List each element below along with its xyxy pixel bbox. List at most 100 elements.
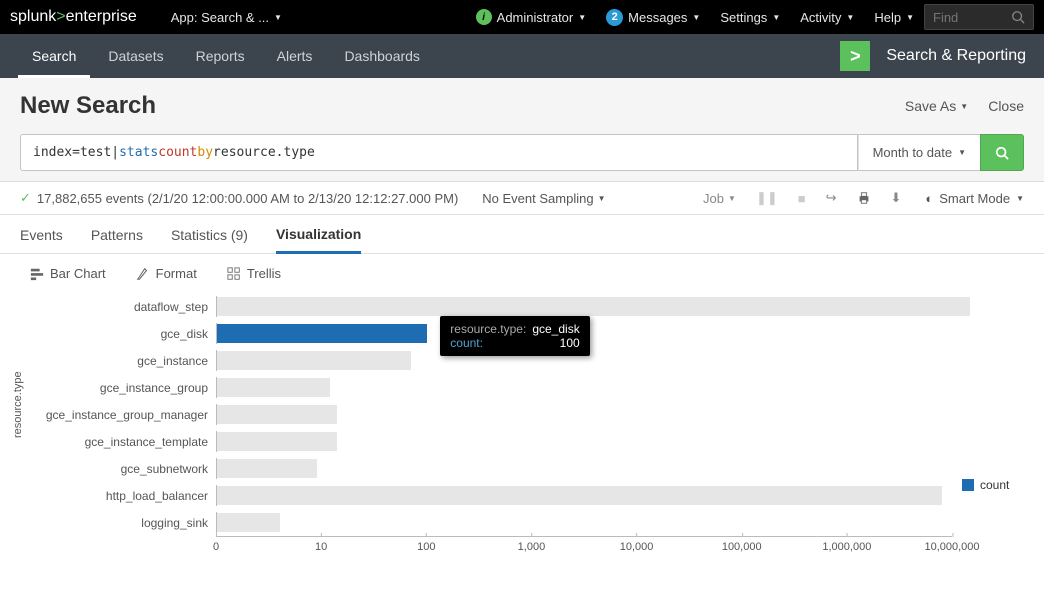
bar-track — [216, 296, 952, 317]
bar-chart[interactable]: dataflow_step gce_disk gce_instance gce_ins… — [26, 293, 952, 556]
page-title: New Search — [20, 92, 156, 120]
print-icon[interactable] — [857, 191, 871, 205]
x-tick: 10,000,000 — [924, 537, 979, 553]
spl-pipe: | — [111, 145, 119, 160]
caret-down-icon: ▼ — [958, 148, 966, 157]
bar-track — [216, 431, 952, 452]
settings-menu[interactable]: Settings▼ — [710, 10, 790, 25]
bar[interactable] — [217, 297, 970, 316]
trellis-label: Trellis — [247, 266, 281, 281]
product-logo: splunk>enterprise — [10, 8, 137, 26]
category-label: http_load_balancer — [26, 489, 216, 503]
save-as-menu[interactable]: Save As ▼ — [905, 98, 968, 114]
category-label: gce_disk — [26, 327, 216, 341]
stop-icon[interactable]: ■ — [798, 191, 806, 206]
chart-type-button[interactable]: Bar Chart — [30, 266, 106, 281]
category-label: gce_instance_group — [26, 381, 216, 395]
spl-field: resource.type — [213, 145, 315, 160]
info-icon: i — [476, 9, 492, 25]
tab-statistics[interactable]: Statistics (9) — [171, 214, 248, 254]
nav-alerts[interactable]: Alerts — [263, 34, 327, 78]
bar-track — [216, 404, 952, 425]
bar-chart-icon — [30, 267, 44, 281]
chart-row[interactable]: http_load_balancer — [26, 482, 952, 509]
nav-search[interactable]: Search — [18, 34, 90, 78]
sampling-label: No Event Sampling — [482, 191, 593, 206]
legend-label: count — [980, 478, 1009, 492]
activity-menu[interactable]: Activity▼ — [790, 10, 864, 25]
job-menu[interactable]: Job ▼ — [703, 191, 736, 206]
share-icon[interactable]: ↪ — [826, 190, 837, 206]
category-label: logging_sink — [26, 516, 216, 530]
bar[interactable] — [217, 459, 317, 478]
help-menu[interactable]: Help▼ — [864, 10, 924, 25]
app-switcher-label: App: Search & ... — [171, 10, 269, 25]
logo-text-a: splunk — [10, 8, 56, 25]
chart-row[interactable]: logging_sink — [26, 509, 952, 536]
logo-text-b: enterprise — [66, 8, 137, 25]
caret-down-icon: ▼ — [960, 102, 968, 111]
messages-menu[interactable]: 2 Messages▼ — [596, 9, 710, 26]
chart-tooltip: resource.type:gce_diskcount:100 — [440, 316, 589, 356]
app-name: Search & Reporting — [886, 47, 1026, 65]
bar-track — [216, 377, 952, 398]
app-nav: Search Datasets Reports Alerts Dashboard… — [0, 34, 1044, 78]
chart-row[interactable]: gce_subnetwork — [26, 455, 952, 482]
category-label: gce_instance_group_manager — [26, 408, 216, 422]
chart-type-label: Bar Chart — [50, 266, 106, 281]
x-axis: 0101001,00010,000100,0001,000,00010,000,… — [216, 536, 952, 556]
category-label: gce_instance_template — [26, 435, 216, 449]
save-as-label: Save As — [905, 98, 956, 114]
nav-datasets[interactable]: Datasets — [94, 34, 177, 78]
x-tick: 10,000 — [620, 537, 654, 553]
caret-down-icon: ▼ — [728, 194, 736, 203]
run-search-button[interactable] — [980, 134, 1024, 171]
bar[interactable] — [217, 513, 280, 532]
search-mode-label: Smart Mode — [939, 191, 1010, 206]
activity-label: Activity — [800, 10, 841, 25]
search-mode-menu[interactable]: ◐ Smart Mode ▼ — [925, 191, 1024, 206]
find-input[interactable] — [933, 10, 1003, 25]
bar[interactable] — [217, 486, 942, 505]
bar-track — [216, 512, 952, 533]
app-logo-icon: > — [840, 41, 870, 71]
spl-function: count — [158, 145, 197, 160]
search-input[interactable]: index=test | stats count by resource.typ… — [20, 134, 858, 171]
tab-events[interactable]: Events — [20, 214, 63, 254]
find-box[interactable] — [924, 4, 1034, 30]
tab-patterns[interactable]: Patterns — [91, 214, 143, 254]
sampling-menu[interactable]: No Event Sampling ▼ — [482, 191, 605, 206]
x-tick: 100,000 — [722, 537, 762, 553]
time-range-picker[interactable]: Month to date▼ — [858, 134, 980, 171]
chart-row[interactable]: gce_instance_group_manager — [26, 401, 952, 428]
nav-dashboards[interactable]: Dashboards — [330, 34, 434, 78]
trellis-button[interactable]: Trellis — [227, 266, 281, 281]
check-icon: ✓ — [20, 190, 31, 206]
close-button[interactable]: Close — [988, 98, 1024, 114]
caret-down-icon: ▼ — [906, 13, 914, 22]
bar[interactable] — [217, 324, 427, 343]
chart-row[interactable]: gce_instance_group — [26, 374, 952, 401]
tab-visualization[interactable]: Visualization — [276, 214, 361, 254]
event-count-text: 17,882,655 events (2/1/20 12:00:00.000 A… — [37, 191, 458, 206]
nav-reports[interactable]: Reports — [182, 34, 259, 78]
page-header: New Search Save As ▼ Close index=test | … — [0, 78, 1044, 182]
x-tick: 100 — [417, 537, 435, 553]
app-switcher[interactable]: App: Search & ...▼ — [161, 10, 292, 25]
admin-menu[interactable]: i Administrator▼ — [466, 9, 597, 25]
bar[interactable] — [217, 405, 337, 424]
format-button[interactable]: Format — [136, 266, 197, 281]
category-label: dataflow_step — [26, 300, 216, 314]
bar[interactable] — [217, 432, 337, 451]
chart-row[interactable]: gce_instance_template — [26, 428, 952, 455]
format-label: Format — [156, 266, 197, 281]
bar[interactable] — [217, 378, 330, 397]
caret-down-icon: ▼ — [772, 13, 780, 22]
category-label: gce_subnetwork — [26, 462, 216, 476]
caret-down-icon: ▼ — [598, 194, 606, 203]
export-icon[interactable]: ⬇ — [891, 190, 902, 206]
pause-icon[interactable]: ❚❚ — [756, 190, 778, 206]
category-label: gce_instance — [26, 354, 216, 368]
bar[interactable] — [217, 351, 411, 370]
spl-command: stats — [119, 145, 158, 160]
